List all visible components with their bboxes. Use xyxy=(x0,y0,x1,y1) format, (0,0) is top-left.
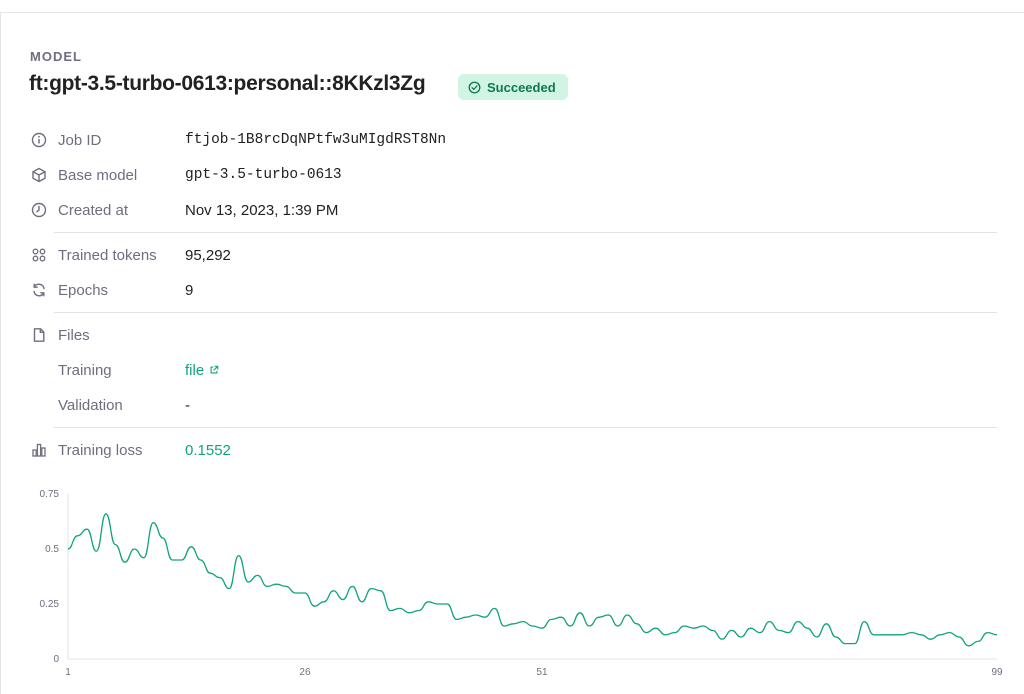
refresh-icon xyxy=(30,281,48,299)
validation-label: Validation xyxy=(58,396,123,414)
training-loss-label: Training loss xyxy=(58,441,143,459)
validation-value: - xyxy=(185,396,190,414)
grid-icon xyxy=(30,246,48,264)
check-circle-icon xyxy=(468,81,481,93)
created-at-row: Created at Nov 13, 2023, 1:39 PM xyxy=(30,198,338,222)
x-tick-label: 99 xyxy=(991,667,1003,678)
y-tick-label: 0.75 xyxy=(40,489,60,500)
x-tick-label: 26 xyxy=(299,667,311,678)
x-tick-label: 1 xyxy=(65,667,71,678)
base-model-row: Base model gpt-3.5-turbo-0613 xyxy=(30,163,342,187)
trained-tokens-row: Trained tokens 95,292 xyxy=(30,243,231,267)
training-loss-row: Training loss 0.1552 xyxy=(30,438,231,462)
status-label: Succeeded xyxy=(487,79,556,95)
model-name: ft:gpt-3.5-turbo-0613:personal::8KKzl3Zg xyxy=(29,72,426,95)
external-link-icon[interactable] xyxy=(209,365,219,375)
cube-icon xyxy=(30,166,48,184)
base-model-label: Base model xyxy=(58,166,138,184)
files-label: Files xyxy=(58,326,90,344)
epochs-row: Epochs 9 xyxy=(30,278,193,302)
file-icon xyxy=(30,326,48,344)
divider xyxy=(54,312,997,313)
training-file-link[interactable]: file xyxy=(185,362,219,379)
y-tick-label: 0.5 xyxy=(45,544,59,555)
section-label: MODEL xyxy=(30,49,82,64)
base-model-value: gpt-3.5-turbo-0613 xyxy=(185,167,342,183)
y-tick-label: 0.25 xyxy=(40,599,60,610)
epochs-label: Epochs xyxy=(58,281,109,299)
top-divider xyxy=(0,12,1024,13)
loss-series-line xyxy=(67,513,998,647)
job-id-value: ftjob-1B8rcDqNPtfw3uMIgdRST8Nn xyxy=(185,132,447,148)
clock-icon xyxy=(30,201,48,219)
trained-tokens-value: 95,292 xyxy=(185,246,231,264)
files-row: Files xyxy=(30,323,90,347)
x-tick-label: 51 xyxy=(536,667,548,678)
training-label: Training xyxy=(58,361,112,379)
divider xyxy=(54,232,997,233)
bar-chart-icon xyxy=(30,441,48,459)
training-file-link-text[interactable]: file xyxy=(185,362,204,379)
status-badge: Succeeded xyxy=(458,74,568,100)
job-id-label: Job ID xyxy=(58,131,102,149)
trained-tokens-label: Trained tokens xyxy=(58,246,157,264)
epochs-value: 9 xyxy=(185,281,194,299)
divider xyxy=(54,427,997,428)
y-tick-label: 0 xyxy=(53,654,59,665)
info-icon xyxy=(30,131,48,149)
job-id-row: Job ID ftjob-1B8rcDqNPtfw3uMIgdRST8Nn xyxy=(30,128,446,152)
created-at-value: Nov 13, 2023, 1:39 PM xyxy=(185,201,339,219)
created-at-label: Created at xyxy=(58,201,129,219)
training-loss-value: 0.1552 xyxy=(185,441,231,459)
training-loss-chart: 0 0.25 0.5 0.75 1 26 51 99 xyxy=(40,489,1003,678)
